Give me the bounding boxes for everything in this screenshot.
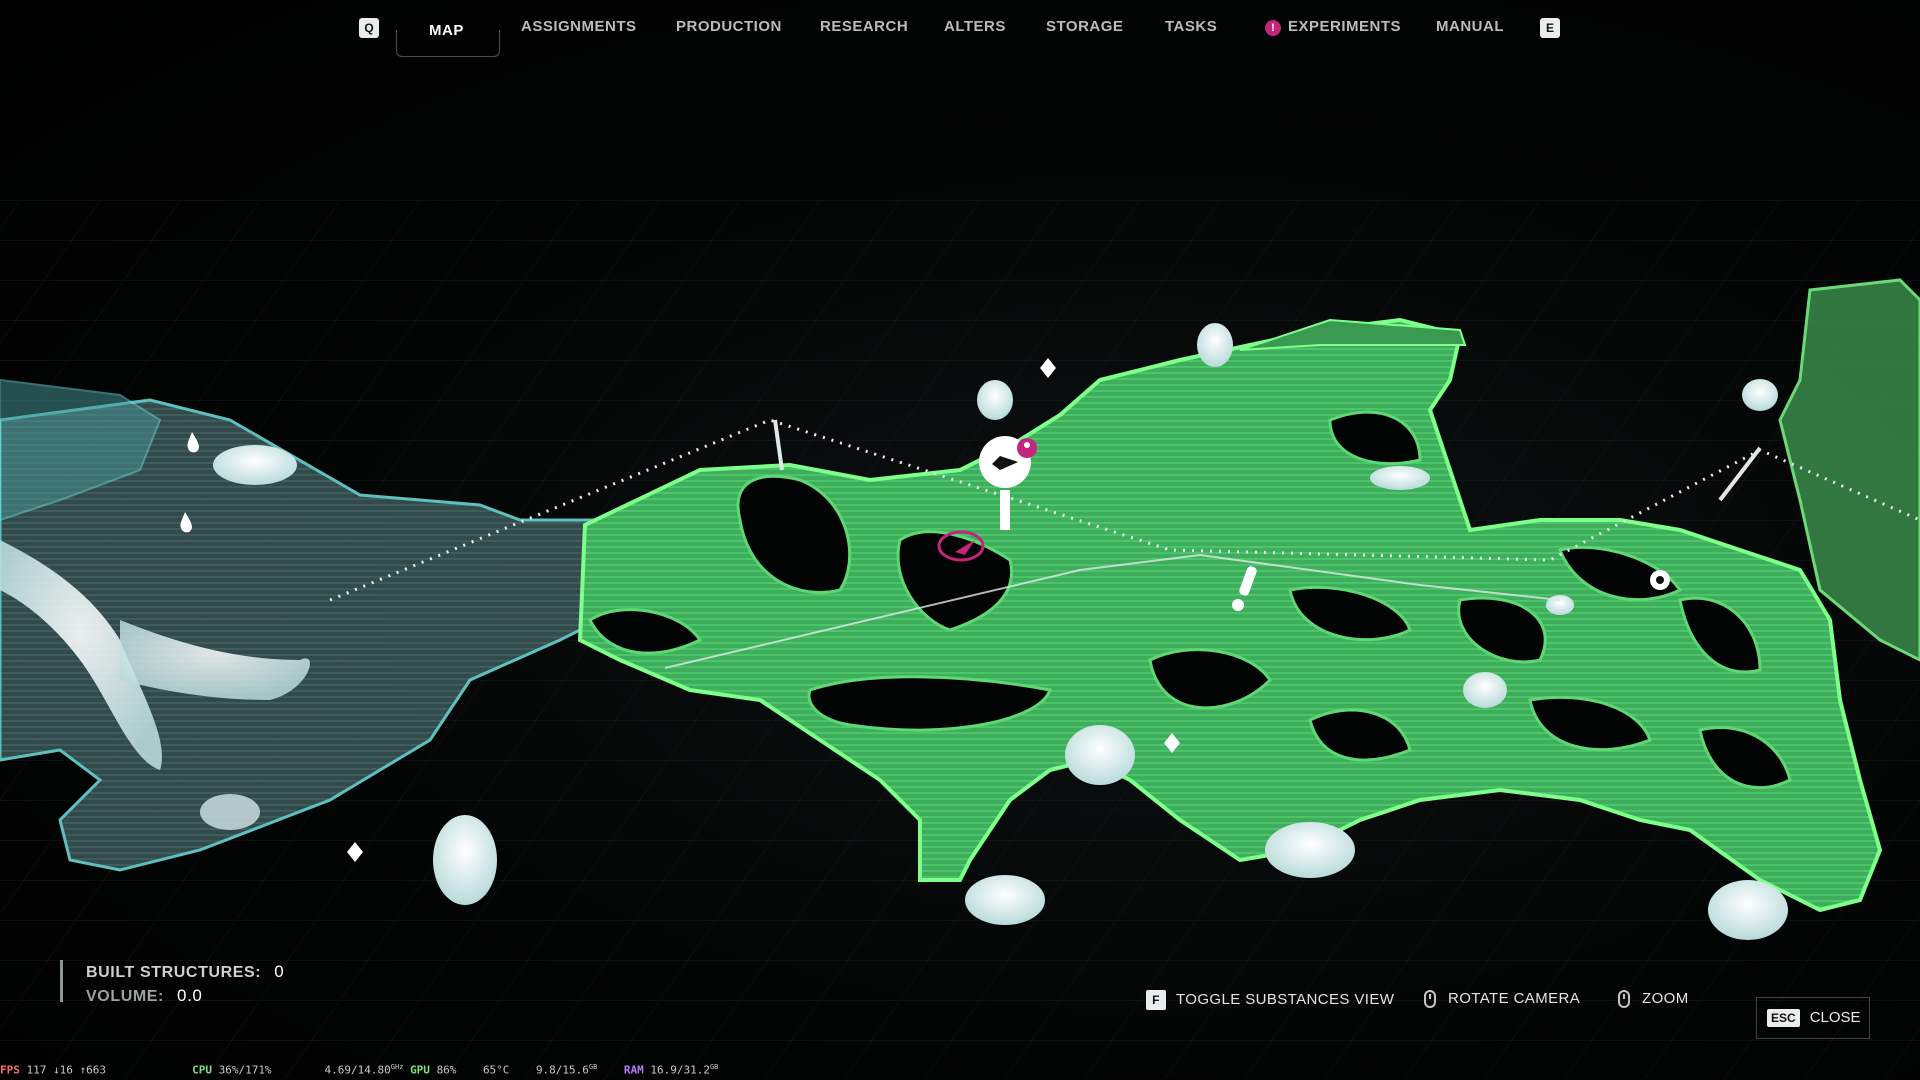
tab-experiments[interactable]: EXPERIMENTS	[1288, 18, 1401, 40]
experiments-alert-icon: !	[1265, 20, 1281, 36]
close-label: CLOSE	[1809, 1009, 1861, 1026]
tab-research[interactable]: RESEARCH	[820, 18, 908, 40]
esc-key-icon: ESC	[1767, 1009, 1800, 1028]
facility-map[interactable]	[0, 0, 1920, 1080]
clock-unit: GHz	[390, 1063, 404, 1071]
next-tab-key[interactable]: E	[1540, 18, 1560, 38]
zoom-label: ZOOM	[1642, 990, 1689, 1007]
tab-tasks[interactable]: TASKS	[1165, 18, 1217, 40]
tab-alters[interactable]: ALTERS	[944, 18, 1006, 40]
tab-storage[interactable]: STORAGE	[1046, 18, 1123, 40]
toggle-substances-label: TOGGLE SUBSTANCES VIEW	[1176, 990, 1395, 1008]
rotate-camera-hint: ROTATE CAMERA	[1424, 990, 1580, 1012]
tab-production[interactable]: PRODUCTION	[676, 18, 782, 40]
rotate-camera-label: ROTATE CAMERA	[1448, 990, 1581, 1007]
close-button[interactable]: ESC CLOSE	[1756, 997, 1870, 1039]
ram-unit: GB	[709, 1063, 719, 1071]
temp-value: 65°C	[482, 1063, 510, 1077]
tab-assignments[interactable]: ASSIGNMENTS	[521, 18, 637, 40]
built-structures-label: BUILT STRUCTURES:	[86, 964, 262, 981]
tab-manual[interactable]: MANUAL	[1436, 18, 1504, 40]
built-structures-row: BUILT STRUCTURES: 0	[86, 960, 284, 984]
gpu-value: 86%	[436, 1063, 457, 1077]
top-navigation: Q MAP ASSIGNMENTS PRODUCTION RESEARCH AL…	[0, 0, 1920, 60]
mouse-icon	[1424, 990, 1436, 1009]
map-screen: Q MAP ASSIGNMENTS PRODUCTION RESEARCH AL…	[0, 0, 1920, 1080]
vram-value: 9.8/15.6	[535, 1063, 589, 1077]
volume-value: 0.0	[177, 986, 203, 1005]
cpu-value: 36%/171%	[218, 1063, 272, 1077]
stats-panel: BUILT STRUCTURES: 0 VOLUME: 0.0	[60, 960, 284, 1005]
f-key-icon: F	[1146, 990, 1166, 1010]
volume-row: VOLUME: 0.0	[86, 984, 284, 1008]
vram-unit: GB	[588, 1063, 598, 1071]
volume-label: VOLUME:	[86, 988, 164, 1005]
prev-tab-key[interactable]: Q	[359, 18, 379, 38]
ram-tag: RAM	[623, 1063, 644, 1077]
cpu-tag: CPU	[192, 1063, 212, 1077]
tab-map[interactable]: MAP	[429, 22, 464, 44]
toggle-substances-hint[interactable]: F TOGGLE SUBSTANCES VIEW	[1146, 990, 1394, 1012]
fps-value: 117 ↓16 ↑663	[26, 1063, 106, 1077]
built-structures-value: 0	[274, 962, 285, 981]
performance-overlay: FPS 117 ↓16 ↑663 CPU 36%/171% 4.69/14.80…	[0, 1063, 718, 1079]
clock-value: 4.69/14.80	[324, 1063, 391, 1077]
gpu-tag: GPU	[410, 1063, 430, 1077]
fps-tag: FPS	[0, 1063, 20, 1077]
mouse-wheel-icon	[1618, 990, 1630, 1009]
zoom-hint: ZOOM	[1618, 990, 1689, 1012]
ram-value: 16.9/31.2	[650, 1063, 710, 1077]
